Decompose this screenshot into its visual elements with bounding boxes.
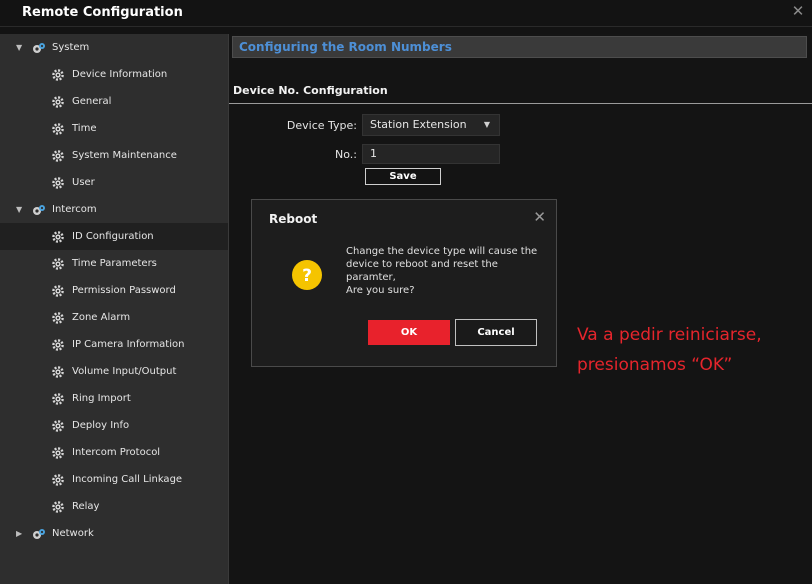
sidebar-item-id-configuration[interactable]: ID Configuration bbox=[0, 223, 228, 250]
settings-group-icon bbox=[33, 204, 45, 215]
gear-icon bbox=[52, 230, 64, 243]
divider bbox=[229, 103, 812, 104]
tree-group-label: Network bbox=[52, 528, 94, 539]
settings-group-icon bbox=[33, 42, 45, 53]
sidebar-item-label: Device Information bbox=[72, 69, 168, 80]
sidebar-item-label: ID Configuration bbox=[72, 231, 154, 242]
device-no-input[interactable]: 1 bbox=[362, 144, 500, 164]
expand-arrow-icon[interactable]: ▼ bbox=[16, 205, 24, 214]
sidebar-item-label: Permission Password bbox=[72, 285, 176, 296]
dialog-title: Reboot bbox=[269, 212, 318, 226]
sidebar-item-device-information[interactable]: Device Information bbox=[0, 61, 228, 88]
sidebar-item-label: Deploy Info bbox=[72, 420, 130, 431]
sidebar-item-label: Time bbox=[72, 123, 97, 134]
device-no-value: 1 bbox=[370, 147, 377, 160]
section-title: Configuring the Room Numbers bbox=[232, 36, 807, 58]
gear-icon bbox=[52, 257, 64, 270]
sidebar-item-intercom-protocol[interactable]: Intercom Protocol bbox=[0, 439, 228, 466]
sidebar-item-label: Incoming Call Linkage bbox=[72, 474, 183, 485]
tree-group-network[interactable]: ▶ Network bbox=[0, 520, 228, 547]
expand-arrow-icon[interactable]: ▼ bbox=[16, 43, 24, 52]
sidebar-item-incoming-call-linkage[interactable]: Incoming Call Linkage bbox=[0, 466, 228, 493]
device-type-value: Station Extension bbox=[370, 118, 467, 131]
sidebar-item-user[interactable]: User bbox=[0, 169, 228, 196]
sidebar-item-label: Volume Input/Output bbox=[72, 366, 177, 377]
tree-group-system[interactable]: ▼ System bbox=[0, 34, 228, 61]
device-type-label: Device Type: bbox=[286, 119, 357, 132]
sidebar-item-label: Intercom Protocol bbox=[72, 447, 161, 458]
sidebar-item-permission-password[interactable]: Permission Password bbox=[0, 277, 228, 304]
tree-group-label: Intercom bbox=[52, 204, 97, 215]
sidebar-item-label: Ring Import bbox=[72, 393, 131, 404]
dialog-message-line: device to reboot and reset the bbox=[346, 259, 498, 270]
subsection-title: Device No. Configuration bbox=[233, 84, 388, 97]
sidebar-item-volume-input-output[interactable]: Volume Input/Output bbox=[0, 358, 228, 385]
gear-icon bbox=[52, 122, 64, 135]
annotation-line: Va a pedir reiniciarse, bbox=[577, 325, 762, 345]
gear-icon bbox=[52, 284, 64, 297]
gear-icon bbox=[52, 419, 64, 432]
chevron-down-icon: ▼ bbox=[483, 120, 490, 129]
gear-icon bbox=[52, 176, 64, 189]
gear-icon bbox=[52, 95, 64, 108]
gear-icon bbox=[52, 68, 64, 81]
sidebar-item-label: Relay bbox=[72, 501, 100, 512]
sidebar-item-ring-import[interactable]: Ring Import bbox=[0, 385, 228, 412]
close-icon[interactable]: ✕ bbox=[533, 208, 546, 226]
annotation-text: Va a pedir reiniciarse, presionamos “OK” bbox=[577, 320, 809, 380]
gear-icon bbox=[52, 473, 64, 486]
close-icon[interactable]: ✕ bbox=[790, 3, 806, 19]
question-icon: ? bbox=[292, 260, 322, 290]
sidebar: ▼ System Device Information General Time… bbox=[0, 34, 229, 584]
sidebar-item-ip-camera-information[interactable]: IP Camera Information bbox=[0, 331, 228, 358]
device-type-select[interactable]: Station Extension ▼ bbox=[362, 114, 500, 136]
gear-icon bbox=[52, 365, 64, 378]
gear-icon bbox=[52, 446, 64, 459]
sidebar-item-general[interactable]: General bbox=[0, 88, 228, 115]
title-bar: Remote Configuration ✕ bbox=[0, 0, 812, 27]
save-button[interactable]: Save bbox=[365, 168, 441, 185]
window-title: Remote Configuration bbox=[22, 5, 183, 20]
no-label: No.: bbox=[335, 148, 357, 161]
dialog-message-line: Change the device type will cause the bbox=[346, 246, 538, 257]
gear-icon bbox=[52, 500, 64, 513]
dialog-message-line: Are you sure? bbox=[346, 285, 415, 296]
annotation-line: presionamos “OK” bbox=[577, 355, 733, 375]
sidebar-item-relay[interactable]: Relay bbox=[0, 493, 228, 520]
sidebar-item-deploy-info[interactable]: Deploy Info bbox=[0, 412, 228, 439]
sidebar-item-time[interactable]: Time bbox=[0, 115, 228, 142]
sidebar-item-time-parameters[interactable]: Time Parameters bbox=[0, 250, 228, 277]
sidebar-item-label: IP Camera Information bbox=[72, 339, 185, 350]
reboot-dialog: Reboot ✕ ? Change the device type will c… bbox=[251, 199, 557, 367]
dialog-message: Change the device type will cause the de… bbox=[346, 245, 546, 297]
gear-icon bbox=[52, 338, 64, 351]
svg-text:?: ? bbox=[302, 266, 312, 286]
sidebar-item-zone-alarm[interactable]: Zone Alarm bbox=[0, 304, 228, 331]
gear-icon bbox=[52, 311, 64, 324]
settings-group-icon bbox=[33, 528, 45, 539]
ok-button[interactable]: OK bbox=[368, 320, 450, 345]
sidebar-item-label: System Maintenance bbox=[72, 150, 177, 161]
sidebar-item-system-maintenance[interactable]: System Maintenance bbox=[0, 142, 228, 169]
cancel-button[interactable]: Cancel bbox=[455, 319, 537, 346]
sidebar-item-label: Time Parameters bbox=[72, 258, 157, 269]
collapsed-arrow-icon[interactable]: ▶ bbox=[16, 529, 24, 538]
sidebar-item-label: Zone Alarm bbox=[72, 312, 131, 323]
sidebar-item-label: General bbox=[72, 96, 112, 107]
dialog-message-line: paramter, bbox=[346, 272, 396, 283]
gear-icon bbox=[52, 149, 64, 162]
sidebar-item-label: User bbox=[72, 177, 95, 188]
tree-group-label: System bbox=[52, 42, 90, 53]
tree-group-intercom[interactable]: ▼ Intercom bbox=[0, 196, 228, 223]
gear-icon bbox=[52, 392, 64, 405]
